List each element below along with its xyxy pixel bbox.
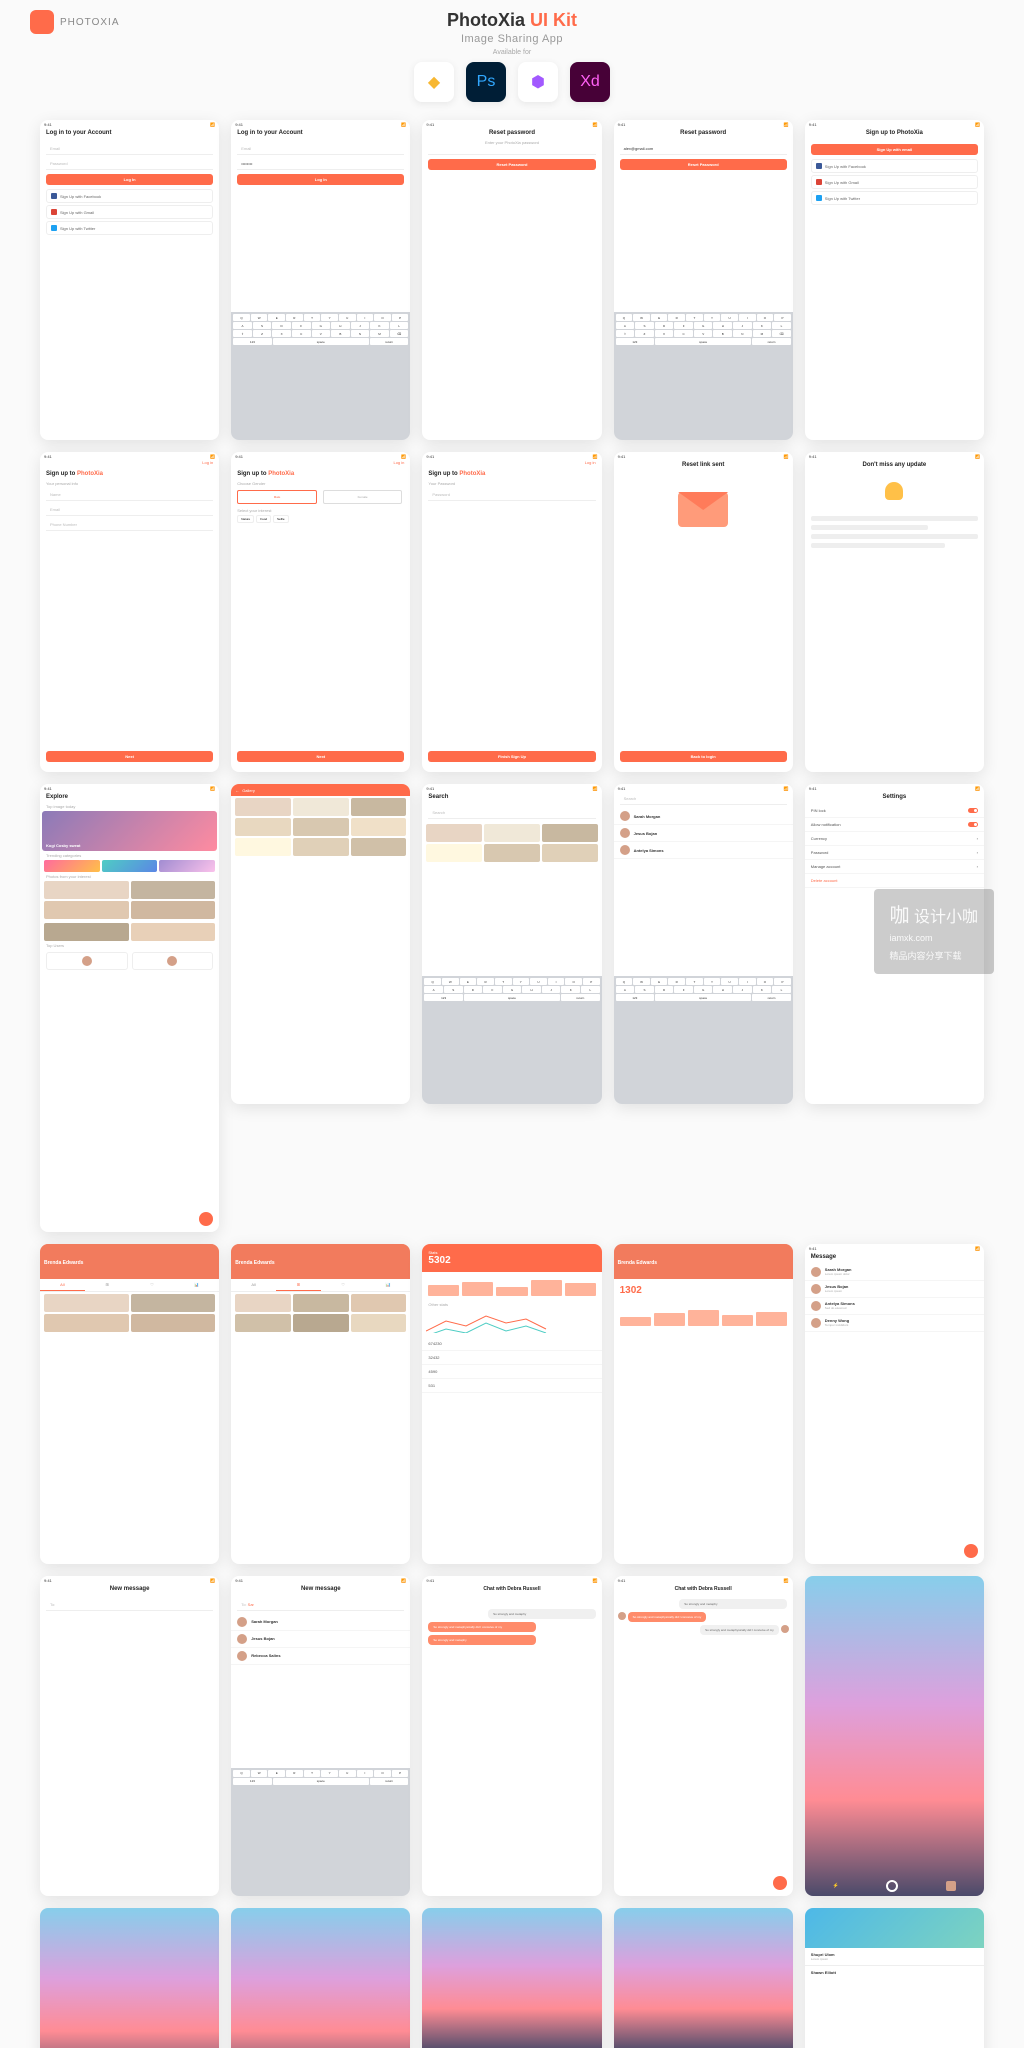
screen-feed-post[interactable]: Shupri Ulom Lorem ipsum Shawn Elliott: [805, 1908, 984, 2048]
fab-button[interactable]: [199, 1212, 213, 1226]
screen-reset-keyboard[interactable]: 9:41📶 Reset password alex@gmail.com Rese…: [614, 120, 793, 440]
screen-post-tags[interactable]: Tags Description Post Photo: [422, 1908, 601, 2048]
screen-adjust[interactable]: Adjust ✦WB◐⊞: [231, 1908, 410, 2048]
notif-toggle[interactable]: [968, 822, 978, 827]
screen-login-keyboard[interactable]: 9:41📶 Log in to your Account Email •••••…: [231, 120, 410, 440]
watermark: 咖 设计小咖 iamxk.com 精品内容分享下载: [874, 889, 994, 974]
screen-chat[interactable]: 9:41📶 Chat with Debra Russell So strongl…: [422, 1576, 601, 1896]
bell-icon: [885, 482, 903, 500]
keyboard[interactable]: QWERTYUIOP ASDFGHJKL ⇧ZXCVBNM⌫ 123spacer…: [231, 312, 410, 440]
photoshop-icon: Ps: [466, 62, 506, 102]
male-option[interactable]: Male: [237, 490, 317, 504]
screen-update[interactable]: 9:41📶 Don't miss any update: [805, 452, 984, 772]
screen-link-sent[interactable]: 9:41📶 Reset link sent Back to login: [614, 452, 793, 772]
available-label: Available for: [493, 49, 531, 56]
screen-signup-info[interactable]: 9:41📶 Log in Sign up to PhotoXia Your pe…: [40, 452, 219, 772]
brand-logo: PHOTOXIA: [30, 10, 120, 34]
screen-new-message-list[interactable]: 9:41📶 New message To: Sar Sarah Morgan J…: [231, 1576, 410, 1896]
pin-toggle[interactable]: [968, 808, 978, 813]
tools-row: ◆ Ps ⬢ Xd: [414, 62, 610, 102]
logo-text: PHOTOXIA: [60, 17, 120, 28]
screen-messages[interactable]: 9:41📶 Message Sarah MorganLorem ipsum do…: [805, 1244, 984, 1564]
page-title: PhotoXia UI Kit: [447, 10, 577, 31]
screen-profile-tabs[interactable]: Brenda Edwards All⊞♡📊: [40, 1244, 219, 1564]
screen-profile-grid[interactable]: Brenda Edwards All⊞♡📊: [231, 1244, 410, 1564]
screen-post-filled[interactable]: Miguel De Mode Lorem ipsum dolor sit Pos…: [614, 1908, 793, 2048]
screen-search[interactable]: 9:41📶 Search Search QWERTYUIOP ASDFGHJKL…: [422, 784, 601, 1104]
screen-explore[interactable]: 9:41📶 Explore Top image today Kogi Cosby…: [40, 784, 219, 1232]
screen-login[interactable]: 9:41📶 Log in to your Account Email Passw…: [40, 120, 219, 440]
page-subtitle: Image Sharing App: [461, 33, 563, 45]
screen-new-message[interactable]: 9:41📶 New message To:: [40, 1576, 219, 1896]
screen-signup-gender[interactable]: 9:41📶 Log in Sign up to PhotoXia Choose …: [231, 452, 410, 772]
sketch-icon: ◆: [414, 62, 454, 102]
password-field[interactable]: Password: [46, 158, 213, 170]
screen-signup-pwd[interactable]: 9:41📶 Log in Sign up to PhotoXia Your Pa…: [422, 452, 601, 772]
reset-button[interactable]: Reset Password: [428, 159, 595, 170]
screen-filter[interactable]: Filter: [40, 1908, 219, 2048]
login-button[interactable]: Log In: [46, 174, 213, 185]
signup-email-button[interactable]: Sign Up with email: [811, 144, 978, 155]
logo-icon: [30, 10, 54, 34]
email-field[interactable]: Email: [46, 143, 213, 155]
twitter-button[interactable]: Sign Up with Twitter: [46, 221, 213, 235]
envelope-icon: [678, 492, 728, 527]
screen-gallery-orange[interactable]: ←Gallery: [231, 784, 410, 1104]
gmail-button[interactable]: Sign Up with Gmail: [46, 205, 213, 219]
shutter-button[interactable]: [886, 1880, 898, 1892]
screen-reset[interactable]: 9:41📶 Reset password Enter your PhotoXia…: [422, 120, 601, 440]
figma-icon: ⬢: [518, 62, 558, 102]
screen-signup[interactable]: 9:41📶 Sign up to PhotoXia Sign Up with e…: [805, 120, 984, 440]
xd-icon: Xd: [570, 62, 610, 102]
search-input[interactable]: Search: [428, 807, 595, 819]
female-option[interactable]: Female: [323, 490, 403, 504]
fb-button[interactable]: Sign Up with Facebook: [46, 189, 213, 203]
screen-camera[interactable]: ⚡: [805, 1576, 984, 1896]
screen-stats[interactable]: Stats5302 Other stats 674230 32432 4590 …: [422, 1244, 601, 1564]
screen-search-people[interactable]: 9:41📶 Search Sarah Morgan Jesus Bojan An…: [614, 784, 793, 1104]
screen-chat-2[interactable]: 9:41📶 Chat with Debra Russell So strongl…: [614, 1576, 793, 1896]
screen-stats-profile[interactable]: Brenda Edwards 1302: [614, 1244, 793, 1564]
